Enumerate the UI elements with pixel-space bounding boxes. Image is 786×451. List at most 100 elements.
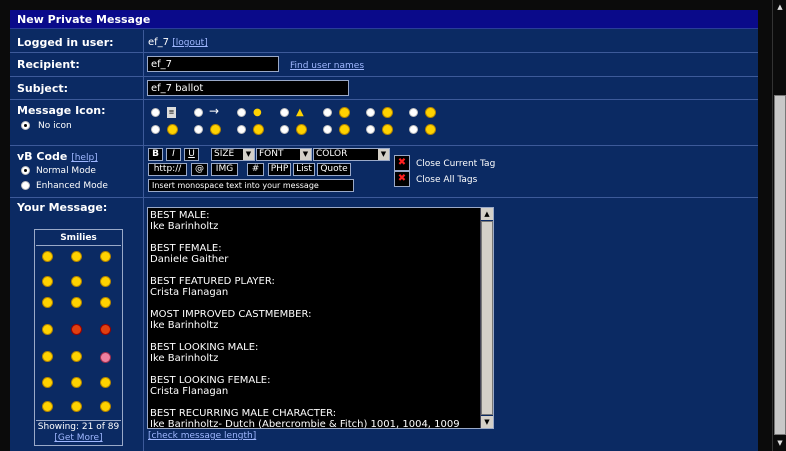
frown-icon <box>210 124 221 135</box>
check-message-length-link[interactable]: [check message length] <box>148 431 256 441</box>
normal-mode-label: Normal Mode <box>36 166 96 176</box>
close-current-tag-label[interactable]: Close Current Tag <box>416 159 495 169</box>
chevron-down-icon: ▼ <box>378 149 389 160</box>
smilie-angry-icon[interactable] <box>71 324 82 335</box>
smilie-sleepy-icon[interactable] <box>100 401 111 412</box>
http-button[interactable]: http:// <box>148 163 187 176</box>
icon-radio[interactable] <box>409 125 418 134</box>
subject-label: Subject: <box>17 82 69 95</box>
thumbs-up-icon <box>425 124 436 135</box>
find-user-names-link[interactable]: Find user names <box>290 61 364 71</box>
icon-radio[interactable] <box>237 125 246 134</box>
icon-radio[interactable] <box>323 125 332 134</box>
recipient-label: Recipient: <box>17 58 80 71</box>
smilie-cool-icon[interactable] <box>42 324 53 335</box>
php-button[interactable]: PHP <box>268 163 291 176</box>
icon-radio[interactable] <box>409 108 418 117</box>
column-divider <box>143 30 144 451</box>
smilie-blush-icon[interactable] <box>100 377 111 388</box>
smilie-grin-icon[interactable] <box>71 251 82 262</box>
row-divider <box>10 99 758 100</box>
smilie-happy-icon[interactable] <box>42 377 53 388</box>
bold-button[interactable]: B <box>148 148 163 161</box>
smilie-rolleyes-icon[interactable] <box>100 297 111 308</box>
vbcode-help-link[interactable]: [help] <box>71 153 97 163</box>
smilie-mad-icon[interactable] <box>42 297 53 308</box>
smilie-frown-icon[interactable] <box>42 276 53 287</box>
chevron-down-icon: ▼ <box>243 149 254 160</box>
smilies-footer: Showing: 21 of 89 [Get More] <box>36 420 121 446</box>
icon-radio[interactable] <box>194 125 203 134</box>
logout-link[interactable]: [logout] <box>172 38 207 48</box>
smilie-tongue-icon[interactable] <box>100 276 111 287</box>
normal-mode-radio[interactable] <box>21 166 30 175</box>
img-button[interactable]: IMG <box>211 163 238 176</box>
smilies-header: Smilies <box>36 231 121 246</box>
list-button[interactable]: List <box>293 163 315 176</box>
scroll-up-icon[interactable]: ▲ <box>481 208 493 220</box>
smilie-love-icon[interactable] <box>100 352 111 363</box>
color-select[interactable]: COLOR ▼ <box>313 148 390 161</box>
message-scroll-thumb[interactable] <box>481 221 493 415</box>
email-button[interactable]: @ <box>191 163 208 176</box>
color-select-value: COLOR <box>316 149 348 159</box>
question-icon <box>339 107 350 118</box>
font-select-value: FONT <box>259 149 284 159</box>
font-select[interactable]: FONT ▼ <box>256 148 312 161</box>
recipient-input[interactable]: ef_7 <box>147 56 279 72</box>
row-divider <box>10 145 758 146</box>
icon-radio[interactable] <box>194 108 203 117</box>
row-divider <box>10 197 758 198</box>
row-divider <box>10 76 758 77</box>
page-scroll-up-icon[interactable]: ▲ <box>774 1 786 13</box>
page-scrollbar[interactable]: ▲ ▼ <box>772 0 786 451</box>
enhanced-mode-radio[interactable] <box>21 181 30 190</box>
get-more-smilies-link[interactable]: [Get More] <box>36 433 121 444</box>
smilie-wink-icon[interactable] <box>100 251 111 262</box>
icon-radio[interactable] <box>366 125 375 134</box>
page-scroll-down-icon[interactable]: ▼ <box>774 437 786 449</box>
smilie-laugh-icon[interactable] <box>71 351 82 362</box>
smilies-showing-count: Showing: 21 of 89 <box>37 422 120 432</box>
page-scroll-thumb[interactable] <box>774 95 786 435</box>
message-textarea[interactable]: BEST MALE: Ike Barinholtz BEST FEMALE: D… <box>147 207 494 429</box>
no-icon-radio[interactable] <box>21 121 30 130</box>
message-icon-label: Message Icon: <box>17 104 106 117</box>
lightbulb-icon: ● <box>253 107 262 118</box>
smilie-shocked-icon[interactable] <box>42 351 53 362</box>
code-button[interactable]: # <box>247 163 264 176</box>
smilie-confused-icon[interactable] <box>71 276 82 287</box>
smilie-devil-icon[interactable] <box>100 324 111 335</box>
icon-radio[interactable] <box>151 125 160 134</box>
smilie-crazy-icon[interactable] <box>71 377 82 388</box>
page-icon: ≡ <box>167 107 176 118</box>
smilie-nerd-icon[interactable] <box>42 401 53 412</box>
quote-button[interactable]: Quote <box>317 163 351 176</box>
smilies-panel: Smilies Showing: 21 of 89 [Get More] <box>34 229 123 446</box>
icon-radio[interactable] <box>151 108 160 117</box>
laugh-icon <box>253 124 264 135</box>
vbcode-label: vB Code [help] <box>17 150 98 163</box>
message-scrollbar[interactable]: ▲ ▼ <box>480 208 493 428</box>
warning-icon: ▲ <box>296 107 304 118</box>
icon-radio[interactable] <box>323 108 332 117</box>
smilie-smile-icon[interactable] <box>42 251 53 262</box>
scroll-down-icon[interactable]: ▼ <box>481 416 493 428</box>
smilie-eek-icon[interactable] <box>71 297 82 308</box>
icon-radio[interactable] <box>280 108 289 117</box>
smilie-silly-icon[interactable] <box>71 401 82 412</box>
vbcode-status-field: Insert monospace text into your message <box>148 179 354 192</box>
underline-button[interactable]: U <box>184 148 199 161</box>
subject-input[interactable]: ef_7 ballot <box>147 80 349 96</box>
italic-button[interactable]: I <box>166 148 181 161</box>
thumbs-down-icon <box>382 124 393 135</box>
close-all-tags-icon[interactable]: ✖ <box>394 171 410 187</box>
icon-radio[interactable] <box>366 108 375 117</box>
close-current-tag-icon[interactable]: ✖ <box>394 155 410 171</box>
message-text[interactable]: BEST MALE: Ike Barinholtz BEST FEMALE: D… <box>150 210 478 428</box>
size-select[interactable]: SIZE ▼ <box>211 148 255 161</box>
icon-radio[interactable] <box>237 108 246 117</box>
icon-radio[interactable] <box>280 125 289 134</box>
close-all-tags-label[interactable]: Close All Tags <box>416 175 477 185</box>
no-icon-label: No icon <box>38 121 72 131</box>
